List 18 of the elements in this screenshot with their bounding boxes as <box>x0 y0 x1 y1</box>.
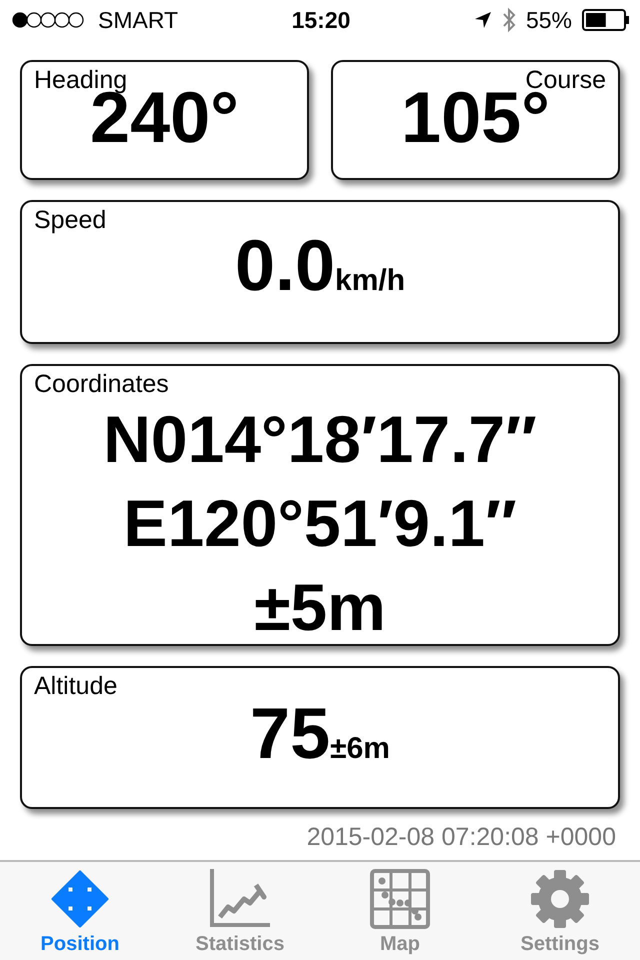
speed-unit: km/h <box>335 264 406 298</box>
battery-percent: 55% <box>526 6 572 34</box>
coordinates-label: Coordinates <box>34 370 169 398</box>
coordinate-line: N014°18′17.7″ <box>102 406 538 472</box>
altitude-label: Altitude <box>34 672 118 700</box>
speed-label: Speed <box>34 206 106 234</box>
coordinate-line: ±5m <box>253 574 387 640</box>
tab-item[interactable]: Settings <box>480 862 640 960</box>
altitude-value: 75 <box>250 698 330 770</box>
altitude-unit: ±6m <box>330 732 390 766</box>
speed-value: 0.0 <box>234 230 336 302</box>
coordinate-line: E120°51′9.1″ <box>122 490 518 556</box>
carrier-name: SMART <box>98 6 178 34</box>
status-time: 15:20 <box>292 6 350 34</box>
tab-item[interactable]: Position <box>0 862 160 960</box>
tab-item[interactable]: Statistics <box>160 862 320 960</box>
timestamp: 2015-02-08 07:20:08 +0000 <box>306 822 617 853</box>
tab-item[interactable]: Map <box>320 862 480 960</box>
